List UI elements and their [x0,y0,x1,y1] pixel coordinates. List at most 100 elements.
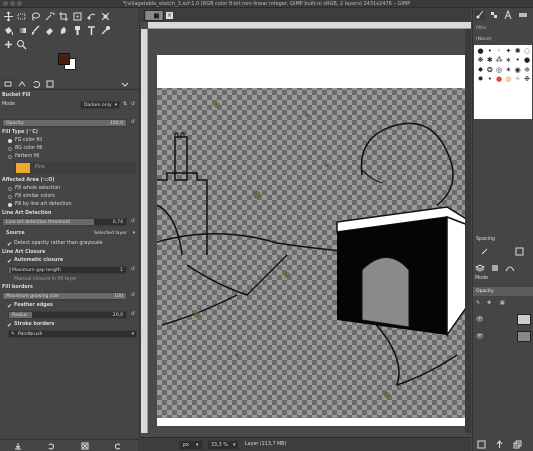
vertical-ruler[interactable] [141,29,148,433]
canvas-viewport[interactable] [148,29,471,433]
layer-row[interactable]: 👁 [473,312,533,327]
unified-transform-tool-icon[interactable] [72,11,83,22]
fill-similar-colors-radio[interactable] [8,195,12,199]
dock-menu-icon[interactable] [120,79,130,89]
brush-preset[interactable]: ✱ [485,56,494,65]
image-tab-thumbnail[interactable] [144,10,164,21]
delete-options-icon[interactable] [81,442,89,450]
stroke-borders-checkbox[interactable]: ✔ [7,322,12,329]
zoom-tool-icon[interactable] [16,39,27,50]
tab-paths[interactable] [505,263,515,273]
raise-layer-icon[interactable] [495,440,504,449]
brush-preset[interactable]: ✺ [513,47,522,56]
brush-preset[interactable]: ◍ [504,75,513,84]
new-brush-icon[interactable] [515,247,524,256]
brush-preset[interactable]: ❈ [523,66,532,75]
clone-tool-icon[interactable] [72,25,83,36]
reset-options-icon[interactable] [114,442,122,450]
bucket-fill-tool-icon[interactable] [3,25,14,36]
smudge-tool-icon[interactable] [58,25,69,36]
lock-position-icon[interactable]: ✥ [487,300,491,306]
brush-preset[interactable]: ◌ [523,47,532,56]
reset-gap-icon[interactable]: ↺ [131,267,135,272]
tab-undo-history[interactable] [31,79,41,89]
brush-preset[interactable]: ◎ [495,66,504,75]
tab-gradients[interactable] [518,10,528,20]
brush-grid[interactable]: ● • ◦ ✦ ✺ ◌ ❋ ✱ ⁂ ∗ • ● ✸ ❂ ◎ ✶ ◉ ❈ ✹ • ● ◍ ✧ ❉ [474,45,532,119]
foreground-color-swatch[interactable] [58,53,70,65]
reset-growing-icon[interactable]: ↺ [131,293,135,298]
brush-preset[interactable]: ● [495,75,504,84]
brush-preset[interactable]: ❉ [523,75,532,84]
vertical-scrollbar[interactable] [465,29,471,433]
tab-brushes[interactable] [475,10,485,20]
save-options-icon[interactable] [14,442,22,450]
tab-images[interactable] [45,79,55,89]
warp-transform-tool-icon[interactable] [86,11,97,22]
source-select[interactable]: Selected layer ▾ [80,230,136,238]
eraser-tool-icon[interactable] [44,25,55,36]
brush-preset[interactable]: ✧ [513,75,522,84]
lasso-tool-icon[interactable] [30,11,41,22]
brush-preset[interactable]: ✶ [504,66,513,75]
visibility-eye-icon[interactable]: 👁 [476,316,484,323]
move-tool-icon[interactable] [3,11,14,22]
brush-preset[interactable]: ✸ [476,66,485,75]
bg-color-fill-radio[interactable] [8,147,12,151]
fill-whole-selection-radio[interactable] [8,187,12,191]
new-layer-icon[interactable] [477,440,486,449]
mode-select[interactable]: Darken only ▾ [80,101,120,109]
tab-fonts[interactable] [503,9,513,20]
brush-preset[interactable]: • [485,47,494,56]
close-tab-icon[interactable]: × [166,12,173,19]
duplicate-layer-icon[interactable] [513,440,522,449]
max-gap-length-slider[interactable]: Maximum gap length 1 [8,266,127,274]
brush-preset[interactable]: • [485,75,494,84]
handle-transform-tool-icon[interactable] [100,11,111,22]
brush-preset[interactable]: ◉ [513,66,522,75]
brush-preset[interactable]: ❋ [476,56,485,65]
text-tool-icon[interactable] [86,25,97,36]
visibility-eye-icon[interactable]: 👁 [476,333,484,340]
zoom-select[interactable]: 33,3 % ▾ [207,440,239,450]
brush-preset[interactable]: ● [523,56,532,65]
line-art-threshold-slider[interactable]: Line art detection threshold 0,74 [2,218,127,226]
reset-opacity-icon[interactable]: ↺ [131,120,135,125]
brush-preset[interactable]: ✦ [504,47,513,56]
layer-row[interactable]: 👁 [473,329,533,344]
brush-preset[interactable]: ❂ [485,66,494,75]
restore-options-icon[interactable] [47,442,55,450]
reset-radius-icon[interactable]: ↺ [131,312,135,317]
paintbrush-tool-icon[interactable] [30,25,41,36]
tab-device-status[interactable] [17,79,27,89]
fill-by-line-art-radio[interactable] [8,203,12,207]
mode-switch-icon[interactable]: ⇅ [123,102,127,107]
reset-mode-icon[interactable]: ↺ [131,102,135,107]
tab-patterns[interactable] [489,10,499,20]
color-picker-tool-icon[interactable] [100,25,111,36]
brush-preset[interactable]: ⁂ [495,56,504,65]
brush-preset[interactable]: ✹ [476,75,485,84]
gradient-tool-icon[interactable] [16,25,27,36]
pattern-fill-radio[interactable] [8,155,12,159]
feather-edges-checkbox[interactable]: ✔ [7,303,12,310]
automatic-closure-checkbox[interactable]: ✔ [7,258,12,265]
tab-channels[interactable] [490,263,500,273]
tab-tool-options[interactable] [3,79,13,89]
brush-preset[interactable]: ∗ [504,56,513,65]
rect-select-tool-icon[interactable] [16,11,27,22]
crop-tool-icon[interactable] [58,11,69,22]
fuzzy-select-tool-icon[interactable] [44,11,55,22]
brush-preset[interactable]: ◦ [495,47,504,56]
image-canvas[interactable] [157,55,468,426]
detect-opacity-checkbox[interactable]: ✔ [7,241,12,248]
tab-layers[interactable] [474,263,486,273]
radius-slider[interactable]: Radius 20,0 [8,311,127,319]
lock-pixels-icon[interactable]: ✎ [476,300,480,306]
unit-select[interactable]: px ▾ [179,440,203,450]
max-growing-size-slider[interactable]: Maximum growing size 100 [2,292,127,300]
edit-brush-icon[interactable] [480,247,489,256]
reset-threshold-icon[interactable]: ↺ [131,219,135,224]
heal-tool-icon[interactable] [3,39,14,50]
brush-preset[interactable]: ● [476,47,485,56]
